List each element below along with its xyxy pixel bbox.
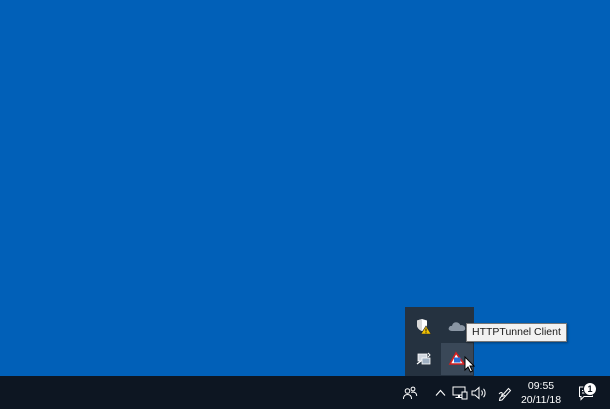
- clock-date: 20/11/18: [520, 393, 562, 406]
- clock-time: 09:55: [527, 379, 555, 392]
- chevron-up-icon[interactable]: [432, 376, 448, 409]
- volume-icon[interactable]: [470, 376, 488, 409]
- mouse-cursor-icon: [464, 355, 476, 378]
- tooltip: HTTPTunnel Client: [466, 323, 567, 342]
- taskbar: 09:55 20/11/18 1: [0, 376, 610, 409]
- desktop: [0, 0, 610, 376]
- windows-ink-icon[interactable]: [495, 376, 515, 409]
- notification-count-badge: 1: [583, 381, 597, 396]
- people-icon[interactable]: [398, 376, 422, 409]
- network-share-icon[interactable]: [408, 343, 440, 375]
- windows-security-icon[interactable]: [408, 310, 440, 342]
- action-center-button[interactable]: 1: [574, 376, 598, 409]
- network-icon[interactable]: [451, 376, 469, 409]
- system-clock[interactable]: 09:55 20/11/18: [516, 376, 566, 409]
